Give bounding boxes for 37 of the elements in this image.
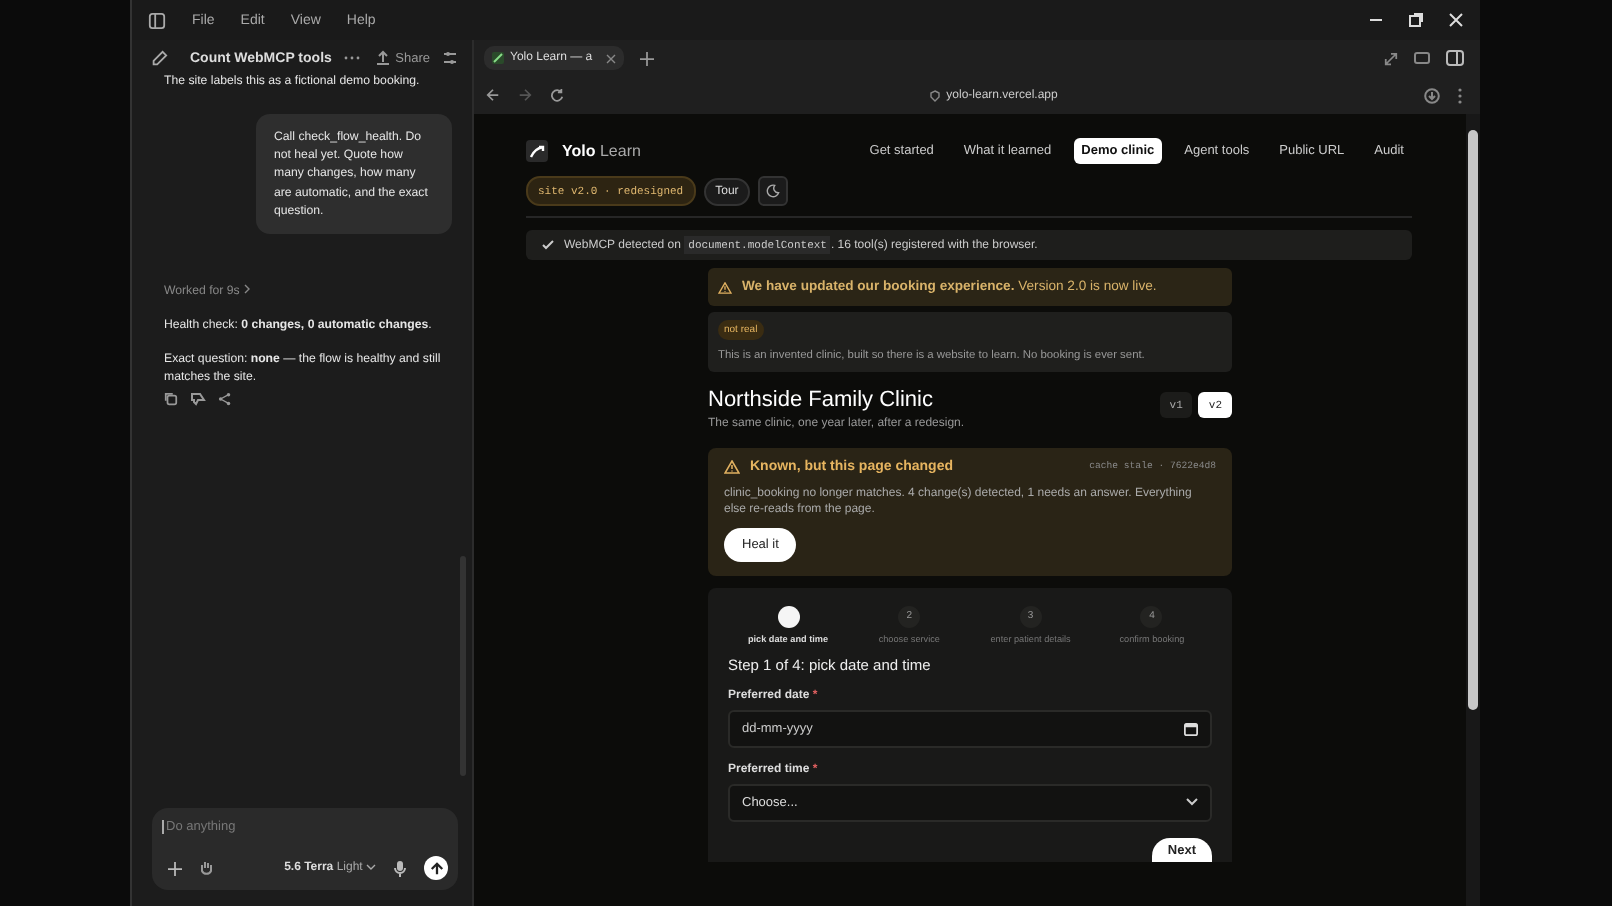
brand-name[interactable]: Yolo Learn (562, 141, 641, 159)
copy-icon[interactable] (164, 392, 178, 407)
close-icon[interactable] (1448, 12, 1464, 28)
sidebar-icon[interactable] (148, 11, 166, 29)
microphone-icon[interactable] (394, 859, 406, 877)
upload-icon (375, 50, 390, 66)
reload-icon[interactable] (550, 88, 564, 102)
settings-icon[interactable] (442, 50, 458, 66)
thumbs-down-icon[interactable] (190, 392, 206, 407)
new-tab-icon[interactable] (640, 51, 654, 65)
arrow-up-icon (429, 861, 443, 875)
theme-toggle[interactable] (758, 176, 789, 206)
check-icon (542, 240, 554, 250)
moon-icon (766, 184, 781, 198)
expand-icon[interactable] (1384, 51, 1398, 65)
screen-icon[interactable] (1414, 51, 1430, 65)
clinic-title: Northside Family Clinic (708, 388, 935, 412)
chevron-right-icon (243, 283, 250, 294)
send-button[interactable] (424, 856, 448, 880)
share-icon[interactable] (218, 392, 232, 407)
download-icon[interactable] (1424, 87, 1441, 103)
caret-icon (366, 864, 376, 870)
kebab-menu-icon[interactable] (1458, 87, 1463, 103)
close-tab-icon[interactable] (606, 53, 616, 63)
restore-icon[interactable] (1408, 12, 1424, 28)
warning-icon (718, 281, 732, 293)
hand-icon[interactable] (200, 860, 214, 876)
logo-icon (526, 139, 548, 161)
plus-icon[interactable] (168, 861, 182, 875)
caret-icon (1186, 798, 1198, 807)
split-view-icon[interactable] (1446, 50, 1464, 66)
scrollbar[interactable] (1468, 130, 1478, 710)
calendar-icon[interactable] (1184, 721, 1198, 736)
warning-icon (724, 460, 740, 474)
favicon-icon (492, 52, 504, 64)
back-icon[interactable] (486, 88, 500, 102)
new-chat-icon[interactable] (150, 49, 168, 67)
